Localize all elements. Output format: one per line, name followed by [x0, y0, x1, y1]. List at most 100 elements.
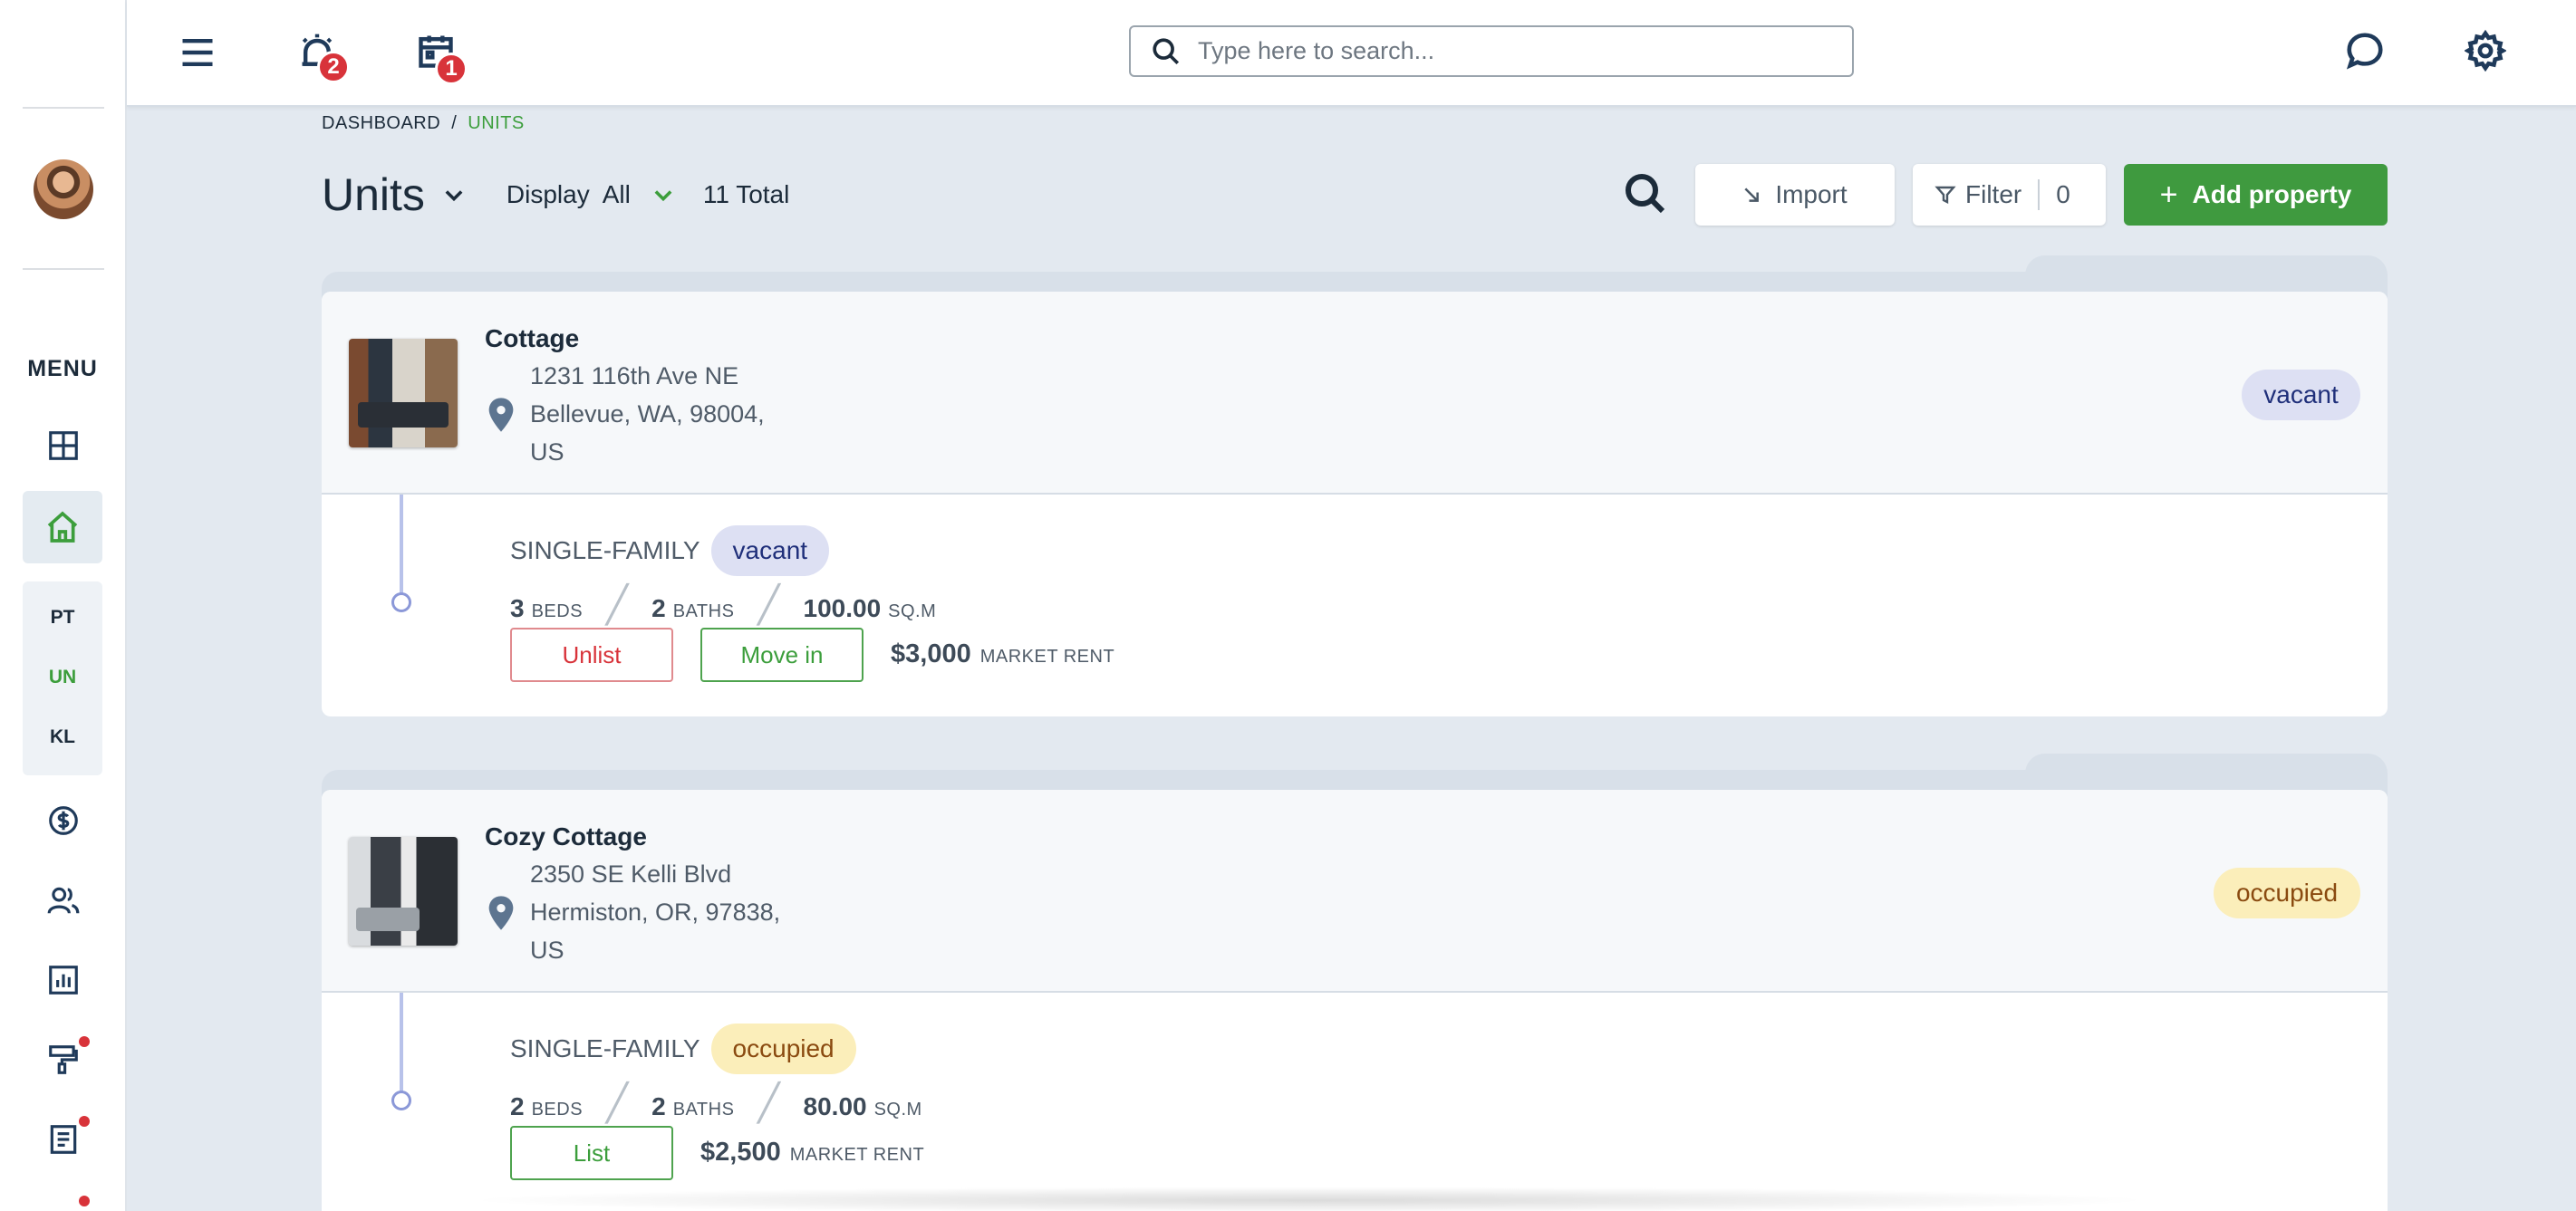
- list-button[interactable]: List: [510, 1126, 673, 1180]
- home-icon[interactable]: [23, 491, 102, 563]
- filter-icon: [1934, 186, 1956, 204]
- status-badge: occupied: [2214, 868, 2360, 918]
- unit-stats: 2 BEDS ╱ 2 BATHS ╱ 80.00 SQ.M: [510, 1082, 922, 1124]
- display-label: Display: [506, 180, 590, 208]
- breadcrumb-current: UNITS: [468, 113, 525, 133]
- sidebar-item-kl[interactable]: KL: [23, 726, 102, 748]
- property-header[interactable]: Cottage 1231 116th Ave NE Bellevue, WA, …: [322, 292, 2388, 495]
- location-pin-icon: [487, 397, 516, 433]
- dollar-icon[interactable]: [41, 798, 86, 843]
- property-card: Cottage 1231 116th Ave NE Bellevue, WA, …: [322, 292, 2388, 716]
- unit-connector: [400, 495, 403, 594]
- breadcrumb-dashboard[interactable]: DASHBOARD: [322, 113, 440, 133]
- filter-count: 0: [2056, 180, 2070, 208]
- unit-type[interactable]: SINGLE-FAMILY: [510, 536, 700, 565]
- rent-value: $3,000: [891, 639, 971, 668]
- address-line: Hermiston, OR, 97838,: [530, 899, 781, 926]
- report-icon[interactable]: [41, 957, 86, 1003]
- market-rent: $2,500 MARKET RENT: [700, 1138, 924, 1168]
- arrow-down-right-icon: [1744, 187, 1760, 202]
- unit-status-badge: vacant: [710, 525, 830, 576]
- display-select[interactable]: All: [603, 180, 631, 209]
- total-count: 11 Total: [702, 180, 790, 208]
- alarm-count-badge: 2: [317, 51, 350, 83]
- search-icon: [1153, 37, 1180, 64]
- property-name[interactable]: Cottage: [485, 324, 579, 353]
- status-badge: vacant: [2242, 370, 2360, 420]
- stat-divider: ╱: [606, 1083, 629, 1123]
- address-line: Bellevue, WA, 98004,: [530, 400, 765, 428]
- page-title[interactable]: Units: [322, 168, 425, 221]
- unit-node-icon: [391, 1091, 411, 1110]
- calendar-count-badge: 1: [435, 53, 468, 85]
- rent-label: MARKET RENT: [979, 647, 1115, 667]
- area-label: SQ.M: [888, 601, 937, 621]
- dashboard-icon[interactable]: [41, 423, 86, 468]
- beds-value: 3: [510, 594, 525, 622]
- baths-label: BATHS: [672, 601, 735, 621]
- settings-gear-icon[interactable]: [2460, 25, 2511, 76]
- baths-label: BATHS: [672, 1100, 735, 1120]
- property-photo[interactable]: [349, 339, 458, 447]
- unit-connector: [400, 993, 403, 1092]
- address-line: US: [530, 937, 564, 964]
- breadcrumb: DASHBOARD / UNITS: [322, 113, 525, 134]
- property-address: 2350 SE Kelli Blvd Hermiston, OR, 97838,…: [530, 855, 780, 969]
- notification-dot: [79, 1196, 90, 1206]
- area-value: 80.00: [803, 1092, 867, 1120]
- beds-label: BEDS: [531, 601, 584, 621]
- address-line: 2350 SE Kelli Blvd: [530, 860, 732, 888]
- chevron-down-icon[interactable]: [651, 182, 676, 207]
- unit-type-row: SINGLE-FAMILY occupied: [510, 1024, 856, 1074]
- avatar[interactable]: [34, 159, 93, 219]
- sidebar-item-pt[interactable]: PT: [23, 607, 102, 629]
- market-rent: $3,000 MARKET RENT: [891, 639, 1114, 669]
- unit-stats: 3 BEDS ╱ 2 BATHS ╱ 100.00 SQ.M: [510, 584, 936, 626]
- address-line: 1231 116th Ave NE: [530, 362, 739, 389]
- people-icon[interactable]: [41, 878, 86, 923]
- property-name[interactable]: Cozy Cottage: [485, 822, 647, 851]
- unit-type-row: SINGLE-FAMILY vacant: [510, 525, 830, 576]
- chat-icon[interactable]: [2340, 25, 2390, 76]
- notification-dot: [79, 1116, 90, 1127]
- property-header[interactable]: Cozy Cottage 2350 SE Kelli Blvd Hermisto…: [322, 790, 2388, 993]
- unit-status-badge: occupied: [710, 1024, 856, 1074]
- menu-label: MENU: [27, 356, 98, 381]
- chevron-down-icon[interactable]: [441, 182, 467, 207]
- notification-dot: [79, 1036, 90, 1047]
- sidebar-submenu: PT UN KL: [23, 581, 102, 775]
- add-property-button[interactable]: + Add property: [2124, 164, 2388, 226]
- filter-button[interactable]: Filter 0: [1913, 164, 2106, 226]
- baths-value: 2: [651, 594, 666, 622]
- beds-value: 2: [510, 1092, 525, 1120]
- address-line: US: [530, 438, 564, 466]
- sidebar-item-un[interactable]: UN: [23, 667, 102, 688]
- sidebar-divider: [23, 107, 104, 109]
- area-value: 100.00: [803, 594, 882, 622]
- search-input[interactable]: [1198, 37, 1814, 65]
- unit-node-icon: [391, 592, 411, 612]
- add-property-label: Add property: [2192, 180, 2352, 208]
- search-icon[interactable]: [1624, 172, 1667, 216]
- filter-label: Filter: [1965, 180, 2022, 208]
- scroll-shadow: [462, 1187, 2156, 1211]
- baths-value: 2: [651, 1092, 666, 1120]
- import-label: Import: [1775, 180, 1848, 208]
- page-header: Units Display All 11 Total: [322, 163, 789, 226]
- plus-icon: +: [2159, 177, 2178, 212]
- card-tab: [2025, 754, 2388, 793]
- top-bar: 2 1: [127, 0, 2576, 107]
- unlist-button[interactable]: Unlist: [510, 628, 673, 682]
- import-button[interactable]: Import: [1695, 164, 1895, 226]
- property-photo[interactable]: [349, 837, 458, 946]
- beds-label: BEDS: [531, 1100, 584, 1120]
- move-in-button[interactable]: Move in: [700, 628, 863, 682]
- unit-type[interactable]: SINGLE-FAMILY: [510, 1034, 700, 1063]
- property-card: Cozy Cottage 2350 SE Kelli Blvd Hermisto…: [322, 790, 2388, 1211]
- area-label: SQ.M: [873, 1100, 922, 1120]
- location-pin-icon: [487, 895, 516, 931]
- search-box[interactable]: [1129, 25, 1854, 77]
- sidebar-divider: [23, 268, 104, 270]
- hamburger-menu-icon[interactable]: [172, 27, 223, 78]
- breadcrumb-separator: /: [451, 113, 458, 133]
